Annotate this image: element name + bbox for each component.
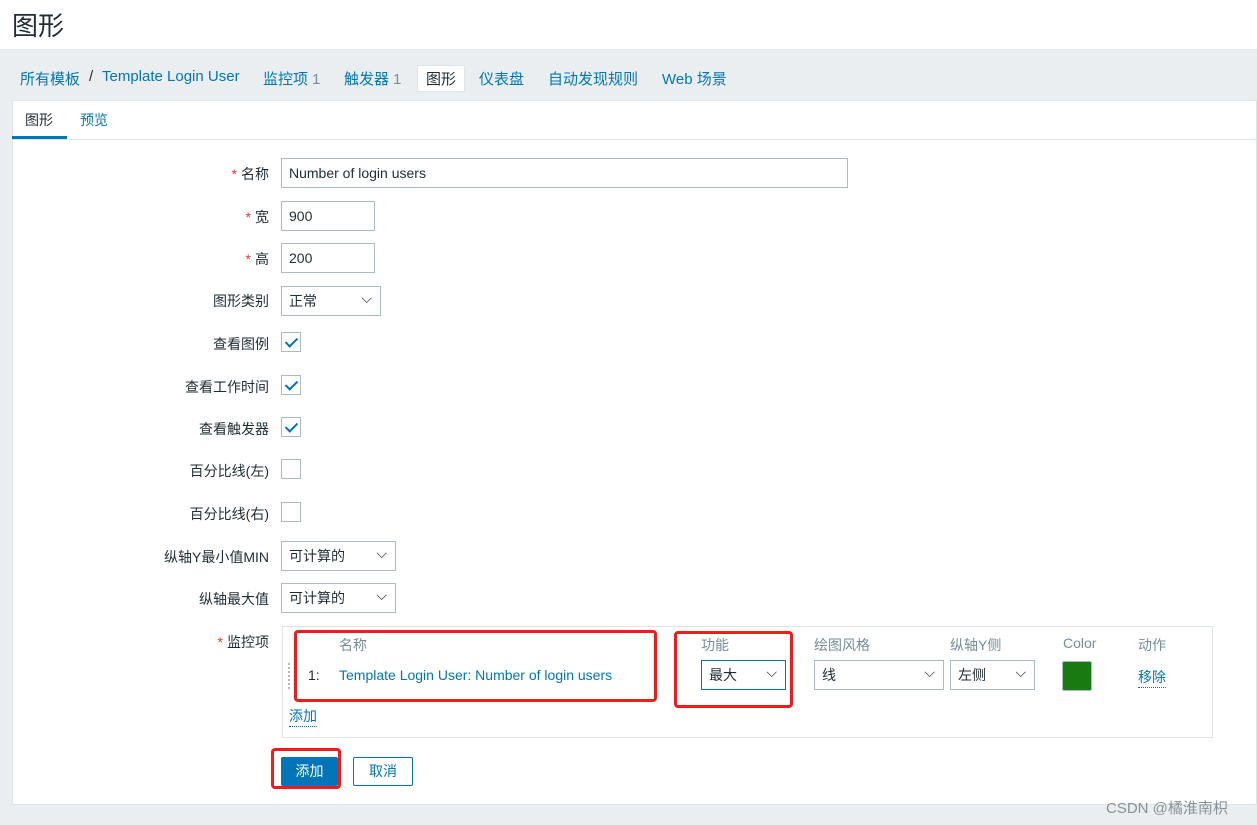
page-header <box>0 0 1257 50</box>
annotation-box-function <box>674 631 793 708</box>
graph-type-select[interactable]: 正常 <box>281 284 381 316</box>
required-mark: * <box>231 166 237 182</box>
breadcrumb-separator: / <box>89 68 94 85</box>
width-label-text: 宽 <box>255 209 269 225</box>
page-title: 图形 <box>12 11 65 41</box>
active-tab-indicator <box>12 136 67 139</box>
tab-bar <box>12 100 1257 140</box>
tab-graph[interactable]: 图形 <box>25 110 53 130</box>
percentile-left-label: 百分比线(左) <box>189 463 269 479</box>
show-legend-checkbox[interactable] <box>281 332 301 352</box>
graph-type-label: 图形类别 <box>213 293 269 309</box>
height-label: * 高 <box>246 249 269 269</box>
col-color: Color <box>1063 635 1097 651</box>
percentile-right-label: 百分比线(右) <box>189 506 269 522</box>
draw-style-select[interactable]: 线 <box>814 658 944 690</box>
show-triggers-label: 查看触发器 <box>199 421 269 437</box>
nav-dashboards[interactable]: 仪表盘 <box>479 68 524 89</box>
col-draw-style: 绘图风格 <box>814 637 870 653</box>
nav-discovery-rules[interactable]: 自动发现规则 <box>548 68 638 89</box>
breadcrumb-all-templates[interactable]: 所有模板 <box>20 68 80 89</box>
tab-preview[interactable]: 预览 <box>80 110 108 130</box>
required-mark: * <box>245 251 251 267</box>
graph-type-value: 正常 <box>289 293 317 309</box>
nav-web-scenarios[interactable]: Web 场景 <box>662 68 727 89</box>
name-label-text: 名称 <box>241 166 269 182</box>
ymax-select[interactable]: 可计算的 <box>281 581 396 613</box>
ymin-value: 可计算的 <box>289 548 345 564</box>
show-working-time-checkbox[interactable] <box>281 375 301 395</box>
percentile-right-checkbox[interactable] <box>281 502 301 522</box>
add-item-link[interactable]: 添加 <box>289 706 317 727</box>
breadcrumb-template[interactable]: Template Login User <box>102 68 240 85</box>
show-working-time-label: 查看工作时间 <box>185 379 269 395</box>
height-label-text: 高 <box>255 251 269 267</box>
nav-triggers[interactable]: 触发器 1 <box>344 68 401 89</box>
color-swatch[interactable] <box>1062 661 1092 691</box>
draw-style-value: 线 <box>822 667 836 683</box>
nav-items-count: 1 <box>312 71 321 88</box>
ymin-label: 纵轴Y最小值MIN <box>164 549 269 565</box>
cancel-button[interactable]: 取消 <box>353 757 413 786</box>
ymax-label: 纵轴最大值 <box>199 591 269 607</box>
percentile-left-checkbox[interactable] <box>281 459 301 479</box>
width-input[interactable]: 900 <box>281 201 375 231</box>
drag-handle-icon[interactable] <box>288 663 292 689</box>
nav-items-label: 监控项 <box>263 71 309 88</box>
items-label-text: 监控项 <box>227 634 269 650</box>
ymin-select[interactable]: 可计算的 <box>281 539 396 571</box>
required-mark: * <box>217 634 223 650</box>
annotation-box-add <box>271 748 341 789</box>
col-action: 动作 <box>1138 637 1166 653</box>
show-legend-label: 查看图例 <box>213 336 269 352</box>
nav-triggers-count: 1 <box>393 71 402 88</box>
items-label: * 监控项 <box>218 632 269 652</box>
y-axis-side-value: 左侧 <box>958 667 986 683</box>
show-triggers-checkbox[interactable] <box>281 417 301 437</box>
required-mark: * <box>245 209 251 225</box>
nav-triggers-label: 触发器 <box>344 71 390 88</box>
watermark: CSDN @橘淮南枳 <box>1106 800 1228 817</box>
remove-item-link[interactable]: 移除 <box>1138 667 1166 688</box>
width-label: * 宽 <box>246 207 269 227</box>
ymax-value: 可计算的 <box>289 590 345 606</box>
y-axis-side-select[interactable]: 左侧 <box>950 658 1035 690</box>
name-label: * 名称 <box>232 164 269 184</box>
name-input[interactable]: Number of login users <box>281 158 848 188</box>
annotation-box-item <box>294 630 657 702</box>
nav-graphs[interactable]: 图形 <box>417 65 466 92</box>
nav-items[interactable]: 监控项 1 <box>263 68 320 89</box>
col-y-axis-side: 纵轴Y侧 <box>950 637 1002 653</box>
height-input[interactable]: 200 <box>281 243 375 273</box>
